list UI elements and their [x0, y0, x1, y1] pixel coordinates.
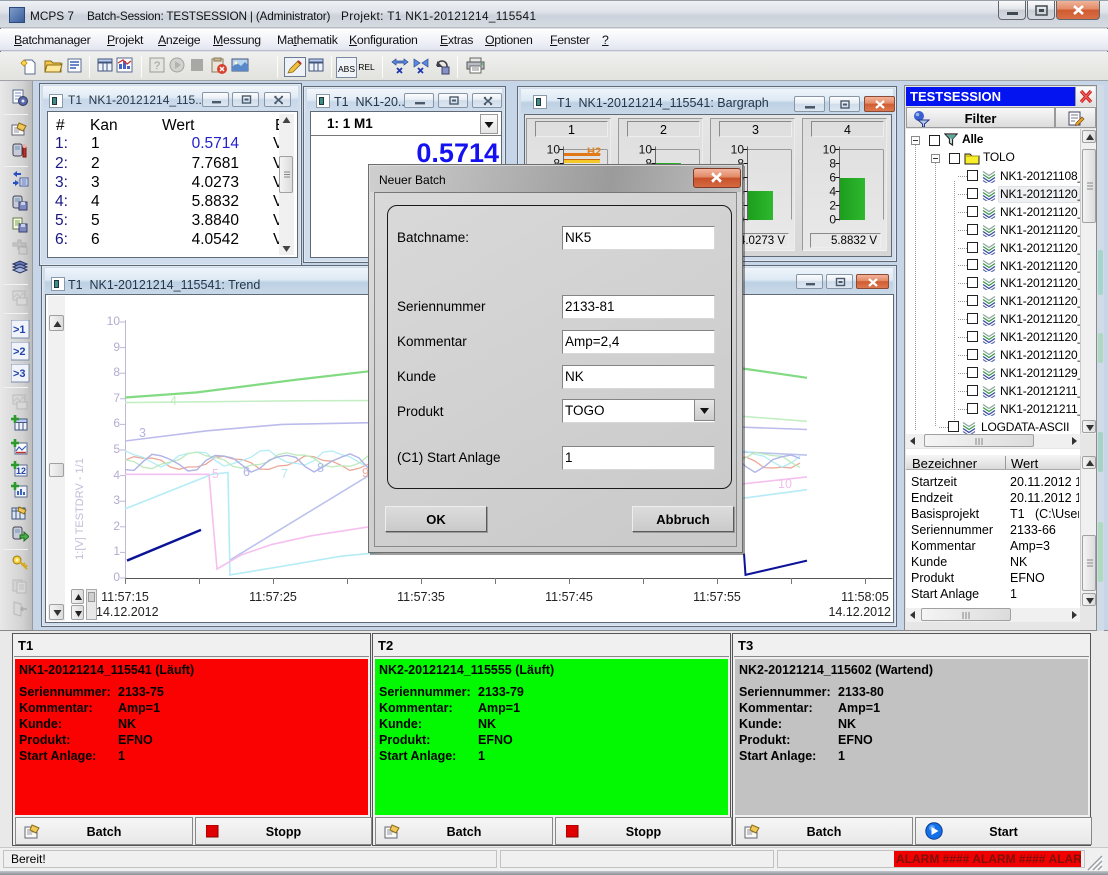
svg-text:3: 3	[139, 426, 146, 440]
svg-text:8: 8	[317, 461, 324, 475]
svg-text:6: 6	[829, 171, 836, 185]
svg-text:10: 10	[778, 477, 792, 491]
svg-text:>3: >3	[13, 368, 26, 380]
svg-text:0: 0	[829, 213, 836, 227]
svg-text:>2: >2	[13, 346, 26, 358]
svg-text:12: 12	[16, 466, 26, 476]
svg-text:>1: >1	[13, 324, 26, 336]
svg-text:7: 7	[281, 467, 288, 481]
svg-text:?: ?	[154, 60, 160, 72]
svg-text:10: 10	[547, 143, 561, 157]
svg-text:4: 4	[829, 185, 836, 199]
svg-text:10: 10	[823, 143, 837, 157]
svg-text:2: 2	[829, 199, 836, 213]
svg-text:8: 8	[829, 157, 836, 171]
svg-text:10: 10	[639, 143, 653, 157]
svg-text:10: 10	[731, 143, 745, 157]
svg-text:4: 4	[170, 394, 177, 408]
svg-text:5: 5	[212, 467, 219, 481]
svg-text:6: 6	[243, 465, 250, 479]
